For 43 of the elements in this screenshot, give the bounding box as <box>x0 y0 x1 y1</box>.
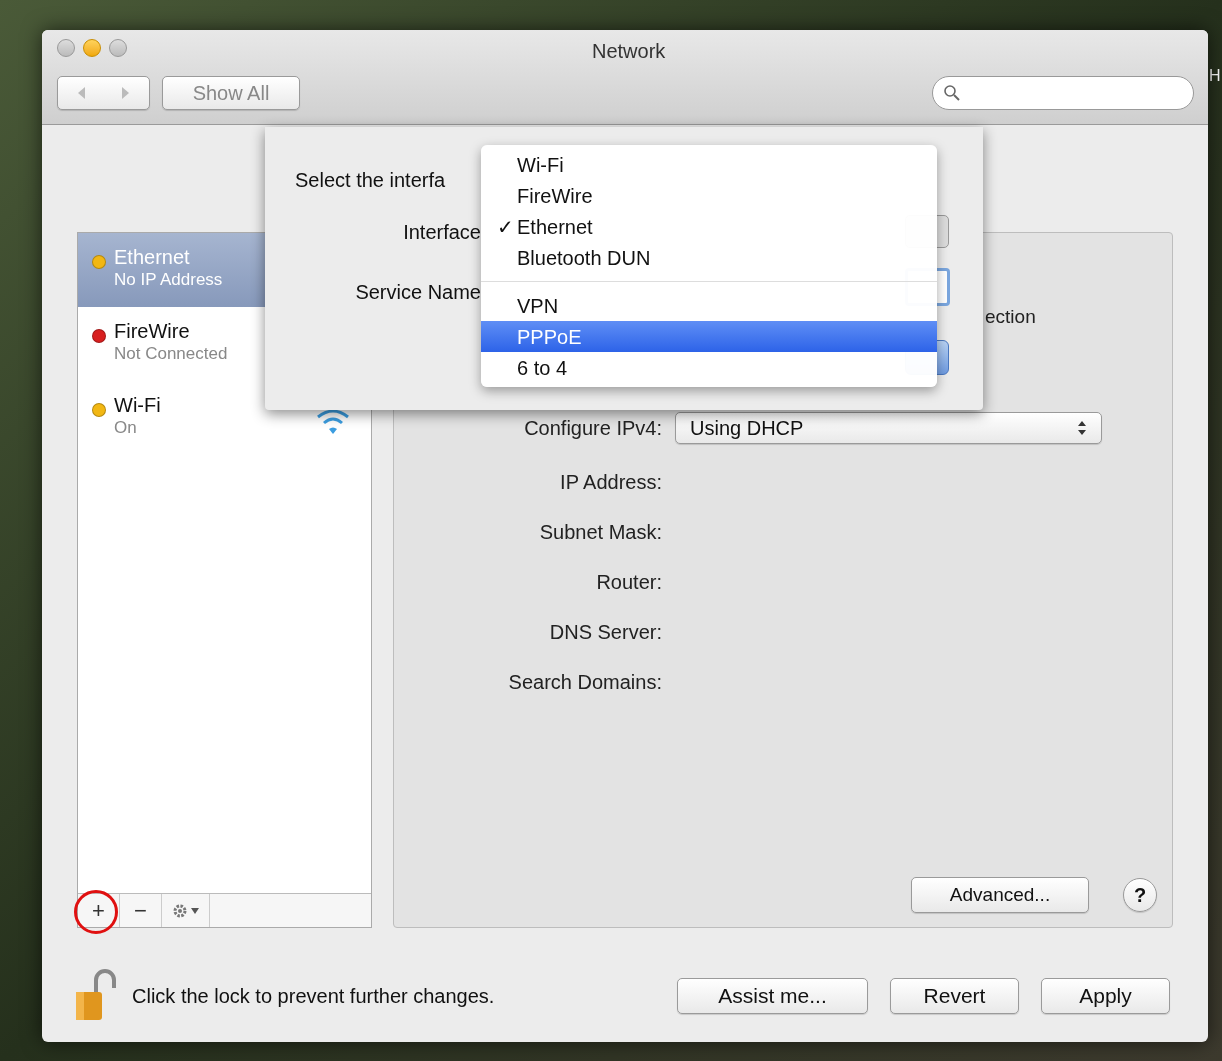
add-button[interactable]: + <box>92 899 105 922</box>
menu-item[interactable]: 6 to 4 <box>481 352 937 383</box>
service-status: No IP Address <box>114 269 223 291</box>
service-status: Not Connected <box>114 343 228 365</box>
footer-button[interactable]: Revert <box>890 978 1019 1014</box>
service-status: On <box>114 417 138 439</box>
search-icon <box>943 84 961 102</box>
menu-item[interactable]: ✓Ethernet <box>481 211 937 242</box>
desktop-text: H <box>1209 66 1221 86</box>
configure-ipv4-select[interactable]: Using DHCP <box>675 411 1102 444</box>
field-label: Configure IPv4: <box>523 415 662 441</box>
field-label: IP Address: <box>559 470 662 495</box>
field-label: DNS Server: <box>548 620 662 645</box>
advanced-button[interactable]: Advanced... <box>911 877 1089 913</box>
field-label: Search Domains: <box>507 670 662 695</box>
caret-icon <box>191 907 199 914</box>
service-name: FireWire <box>114 319 191 343</box>
service-name: Wi-Fi <box>114 393 161 417</box>
close-button[interactable] <box>57 39 75 57</box>
back-forward-control[interactable] <box>57 76 150 110</box>
help-button[interactable]: ? <box>1123 878 1157 912</box>
lock-message: Click the lock to prevent further changes. <box>132 984 495 1009</box>
gear-icon <box>172 902 188 919</box>
menu-item[interactable]: VPN <box>481 290 937 321</box>
partial-label: ection <box>985 305 1037 329</box>
interface-label: Interface <box>403 220 481 245</box>
menu-item[interactable]: Wi-Fi <box>481 149 937 180</box>
menu-item[interactable]: FireWire <box>481 180 937 211</box>
remove-button[interactable]: − <box>120 894 162 927</box>
footer-button[interactable]: Assist me... <box>677 978 868 1014</box>
menu-item[interactable]: Bluetooth DUN <box>481 242 937 273</box>
field-label: Router: <box>595 570 662 595</box>
footer-button[interactable]: Apply <box>1041 978 1170 1014</box>
service-name: Ethernet <box>114 245 191 269</box>
minimize-button[interactable] <box>83 39 101 57</box>
search-field[interactable] <box>932 76 1194 110</box>
window-title: Network <box>592 39 666 64</box>
wifi-icon <box>316 407 350 435</box>
zoom-button[interactable] <box>109 39 127 57</box>
stepper-arrows-icon <box>1077 419 1087 436</box>
menu-item[interactable]: PPPoE <box>481 321 937 352</box>
field-label: Subnet Mask: <box>538 520 662 545</box>
sheet-prompt: Select the interfa <box>295 168 446 193</box>
